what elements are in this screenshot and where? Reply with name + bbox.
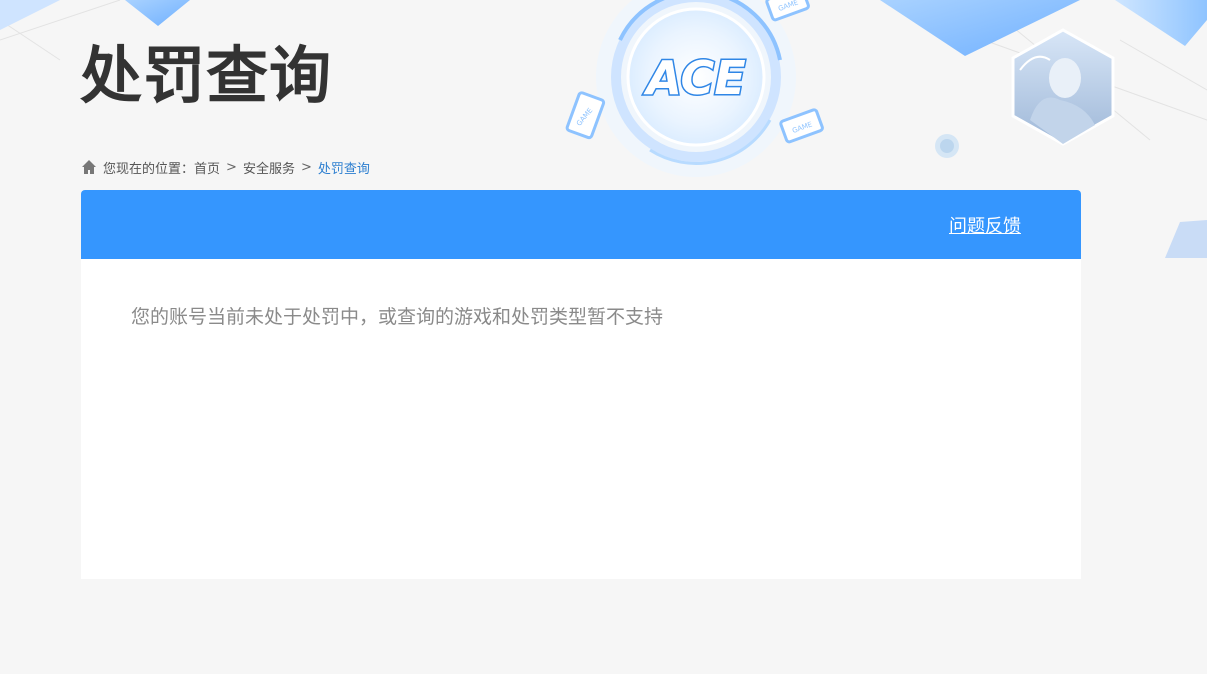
character-avatar <box>1011 28 1115 146</box>
breadcrumb-separator: > <box>300 159 312 175</box>
svg-text:GAME: GAME <box>575 107 594 128</box>
breadcrumb-current: 处罚查询 <box>317 161 370 177</box>
home-icon <box>82 160 96 174</box>
result-message: 您的账号当前未处于处罚中，或查询的游戏和处罚类型暂不支持 <box>131 306 664 328</box>
svg-text:GAME: GAME <box>791 120 813 135</box>
feedback-link[interactable]: 问题反馈 <box>949 212 1021 238</box>
svg-text:ACE: ACE <box>643 51 745 105</box>
query-result-panel: 问题反馈 您的账号当前未处于处罚中，或查询的游戏和处罚类型暂不支持 <box>81 190 1081 579</box>
breadcrumb-separator: > <box>226 159 237 175</box>
ace-logo: ACE <box>596 0 796 177</box>
breadcrumb: 您现在的位置： 首页 > 安全服务 > 处罚查询 <box>81 157 370 177</box>
breadcrumb-prefix: 您现在的位置： <box>103 161 195 177</box>
panel-header: 问题反馈 <box>81 190 1081 259</box>
breadcrumb-home-link[interactable]: 首页 <box>194 158 220 177</box>
page-title: 处罚查询 <box>80 39 333 112</box>
svg-text:GAME: GAME <box>777 0 799 13</box>
game-device-icon: GAME GAME GAME <box>565 0 824 144</box>
breadcrumb-security-link[interactable]: 安全服务 <box>243 158 295 177</box>
